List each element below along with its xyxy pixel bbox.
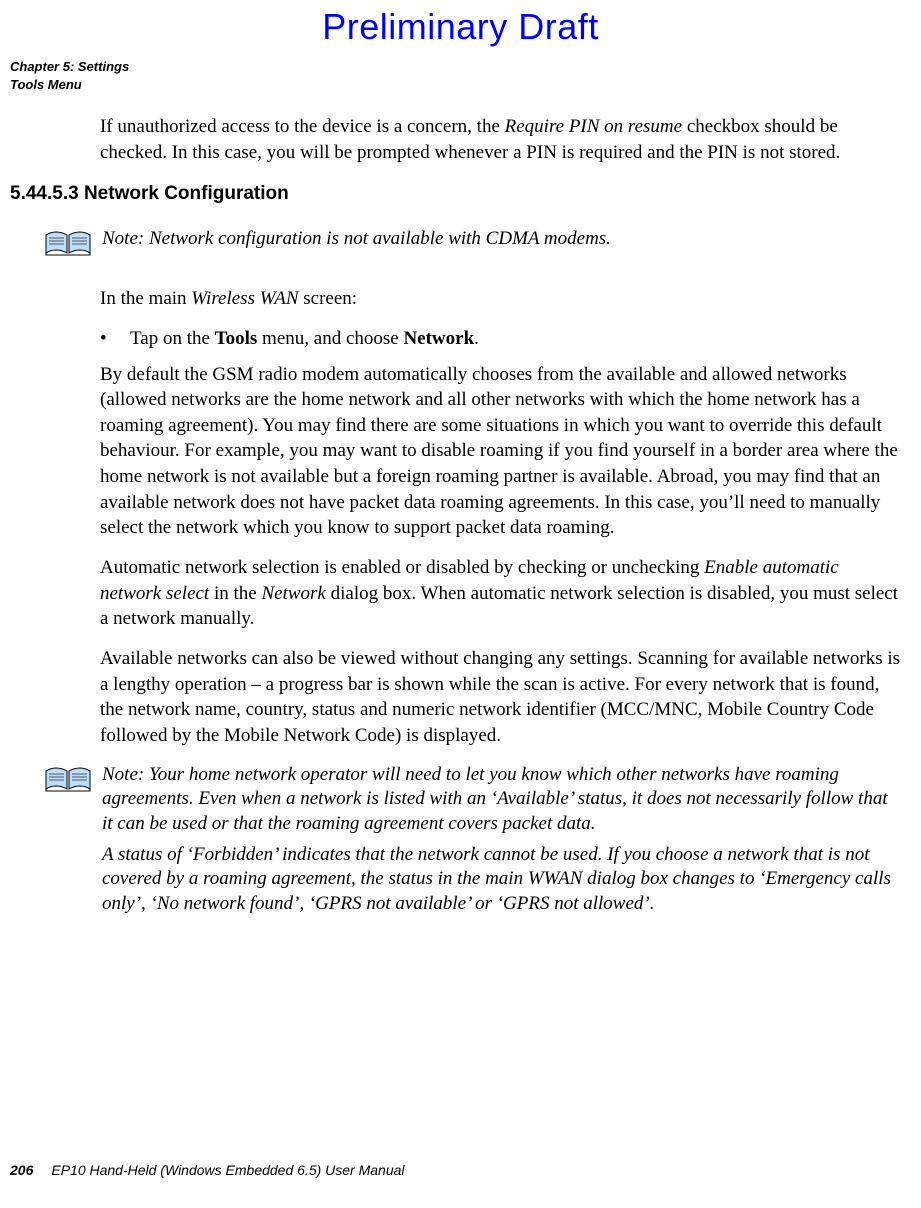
- text-fragment: In the main: [100, 288, 191, 309]
- watermark-text: Preliminary Draft: [0, 6, 921, 48]
- paragraph-3: By default the GSM radio modem automatic…: [100, 362, 901, 541]
- emphasis-text: Network: [261, 583, 325, 604]
- note-1-text: Note: Network configuration is not avail…: [102, 227, 611, 258]
- emphasis-text: Require PIN on resume: [505, 116, 682, 137]
- text-fragment: Tap on the: [130, 328, 215, 349]
- note-block-1: Note: Network configuration is not avail…: [44, 227, 901, 262]
- note-label: Note:: [102, 764, 144, 785]
- note-2-p2: A status of ‘Forbidden’ indicates that t…: [102, 843, 891, 917]
- page-header: Chapter 5: Settings Tools Menu: [10, 58, 129, 93]
- emphasis-text: Wireless WAN: [191, 288, 298, 309]
- footer-title: EP10 Hand-Held (Windows Embedded 6.5) Us…: [51, 1162, 404, 1178]
- bold-text: Network: [403, 328, 474, 349]
- note-block-2: Note: Your home network operator will ne…: [44, 763, 901, 923]
- bold-text: Tools: [215, 328, 258, 349]
- bullet-mark: •: [100, 326, 130, 352]
- book-icon: [44, 229, 92, 262]
- paragraph-5: Available networks can also be viewed wi…: [100, 646, 901, 749]
- note-label: Note:: [102, 228, 144, 249]
- text-fragment: If unauthorized access to the device is …: [100, 116, 505, 137]
- page-number: 206: [10, 1162, 33, 1178]
- text-fragment: Automatic network selection is enabled o…: [100, 557, 704, 578]
- paragraph-2: In the main Wireless WAN screen:: [100, 286, 901, 312]
- paragraph-4: Automatic network selection is enabled o…: [100, 555, 901, 632]
- text-fragment: in the: [209, 583, 261, 604]
- bullet-text: Tap on the Tools menu, and choose Networ…: [130, 326, 479, 352]
- text-fragment: Your home network operator will need to …: [102, 764, 888, 834]
- text-fragment: screen:: [299, 288, 358, 309]
- section-heading: 5.44.5.3 Network Configuration: [10, 183, 901, 205]
- note-2-text: Note: Your home network operator will ne…: [102, 763, 891, 923]
- header-chapter: Chapter 5: Settings: [10, 58, 129, 76]
- page-footer: 206 EP10 Hand-Held (Windows Embedded 6.5)…: [10, 1162, 405, 1178]
- text-fragment: Network configuration is not available w…: [144, 228, 611, 249]
- bullet-item-1: • Tap on the Tools menu, and choose Netw…: [100, 326, 901, 352]
- book-icon: [44, 765, 92, 798]
- intro-paragraph: If unauthorized access to the device is …: [100, 114, 901, 165]
- header-section: Tools Menu: [10, 76, 129, 94]
- page-content: If unauthorized access to the device is …: [10, 114, 901, 947]
- text-fragment: .: [474, 328, 479, 349]
- text-fragment: menu, and choose: [257, 328, 403, 349]
